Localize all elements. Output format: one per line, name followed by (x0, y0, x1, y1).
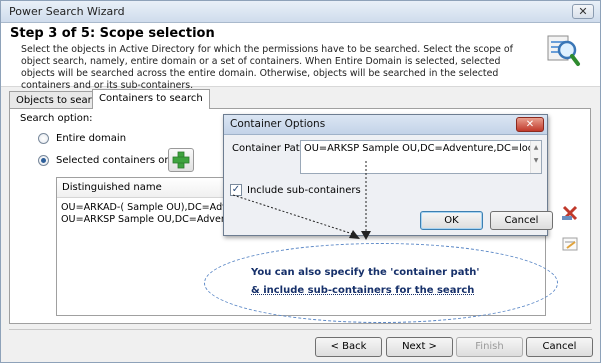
list-item[interactable]: OU=ARKSP Sample OU,DC=Advent... (61, 214, 240, 225)
add-container-button[interactable] (168, 148, 194, 172)
container-path-value: OU=ARKSP Sample OU,DC=Adventure,DC=local (304, 143, 542, 154)
title-bar: Power Search Wizard ✕ (1, 1, 600, 23)
dialog-cancel-button[interactable]: Cancel (490, 211, 553, 230)
step-title: Step 3 of 5: Scope selection (10, 26, 215, 41)
dialog-title-bar: Container Options ✕ (224, 115, 547, 135)
path-scrollbar[interactable]: ▲ ▼ (530, 141, 541, 173)
selected-containers-label[interactable]: Selected containers only (56, 155, 179, 166)
wizard-window: Power Search Wizard ✕ Step 3 of 5: Scope… (0, 0, 601, 363)
back-button[interactable]: < Back (315, 337, 382, 357)
tab-containers-to-search[interactable]: Containers to search (92, 89, 210, 109)
dialog-close-button[interactable]: ✕ (516, 117, 544, 132)
footer-divider (9, 329, 592, 330)
window-close-button[interactable]: ✕ (572, 4, 594, 19)
wizard-header: Step 3 of 5: Scope selection Select the … (1, 23, 600, 91)
search-magnifier-icon (547, 35, 580, 66)
entire-domain-radio[interactable] (38, 133, 49, 144)
include-sub-containers-checkbox[interactable]: ✓ (230, 184, 242, 196)
delete-icon[interactable] (561, 204, 579, 222)
plus-icon (172, 151, 190, 169)
container-path-label: Container Path: (232, 143, 310, 154)
selected-containers-radio[interactable] (38, 155, 49, 166)
callout-line-1: You can also specify the 'container path… (251, 267, 480, 278)
container-path-input[interactable]: OU=ARKSP Sample OU,DC=Adventure,DC=local… (300, 140, 542, 174)
edit-icon[interactable] (561, 235, 579, 253)
entire-domain-label[interactable]: Entire domain (56, 133, 126, 144)
list-item[interactable]: OU=ARKAD-( Sample OU),DC=Adve... (61, 202, 243, 213)
callout-line-2: & include sub-containers for the search (251, 285, 475, 296)
ok-button[interactable]: OK (420, 211, 483, 230)
cancel-button[interactable]: Cancel (526, 337, 593, 357)
dialog-title: Container Options (230, 118, 326, 130)
next-button[interactable]: Next > (386, 337, 453, 357)
finish-button: Finish (456, 337, 523, 357)
search-option-label: Search option: (20, 113, 93, 124)
window-title: Power Search Wizard (9, 5, 125, 18)
include-sub-containers-label[interactable]: Include sub-containers (247, 185, 361, 196)
container-options-dialog: Container Options ✕ Container Path: OU=A… (223, 114, 553, 236)
callout-text: You can also specify the 'container path… (251, 264, 491, 300)
step-description: Select the objects in Active Directory f… (21, 44, 513, 91)
